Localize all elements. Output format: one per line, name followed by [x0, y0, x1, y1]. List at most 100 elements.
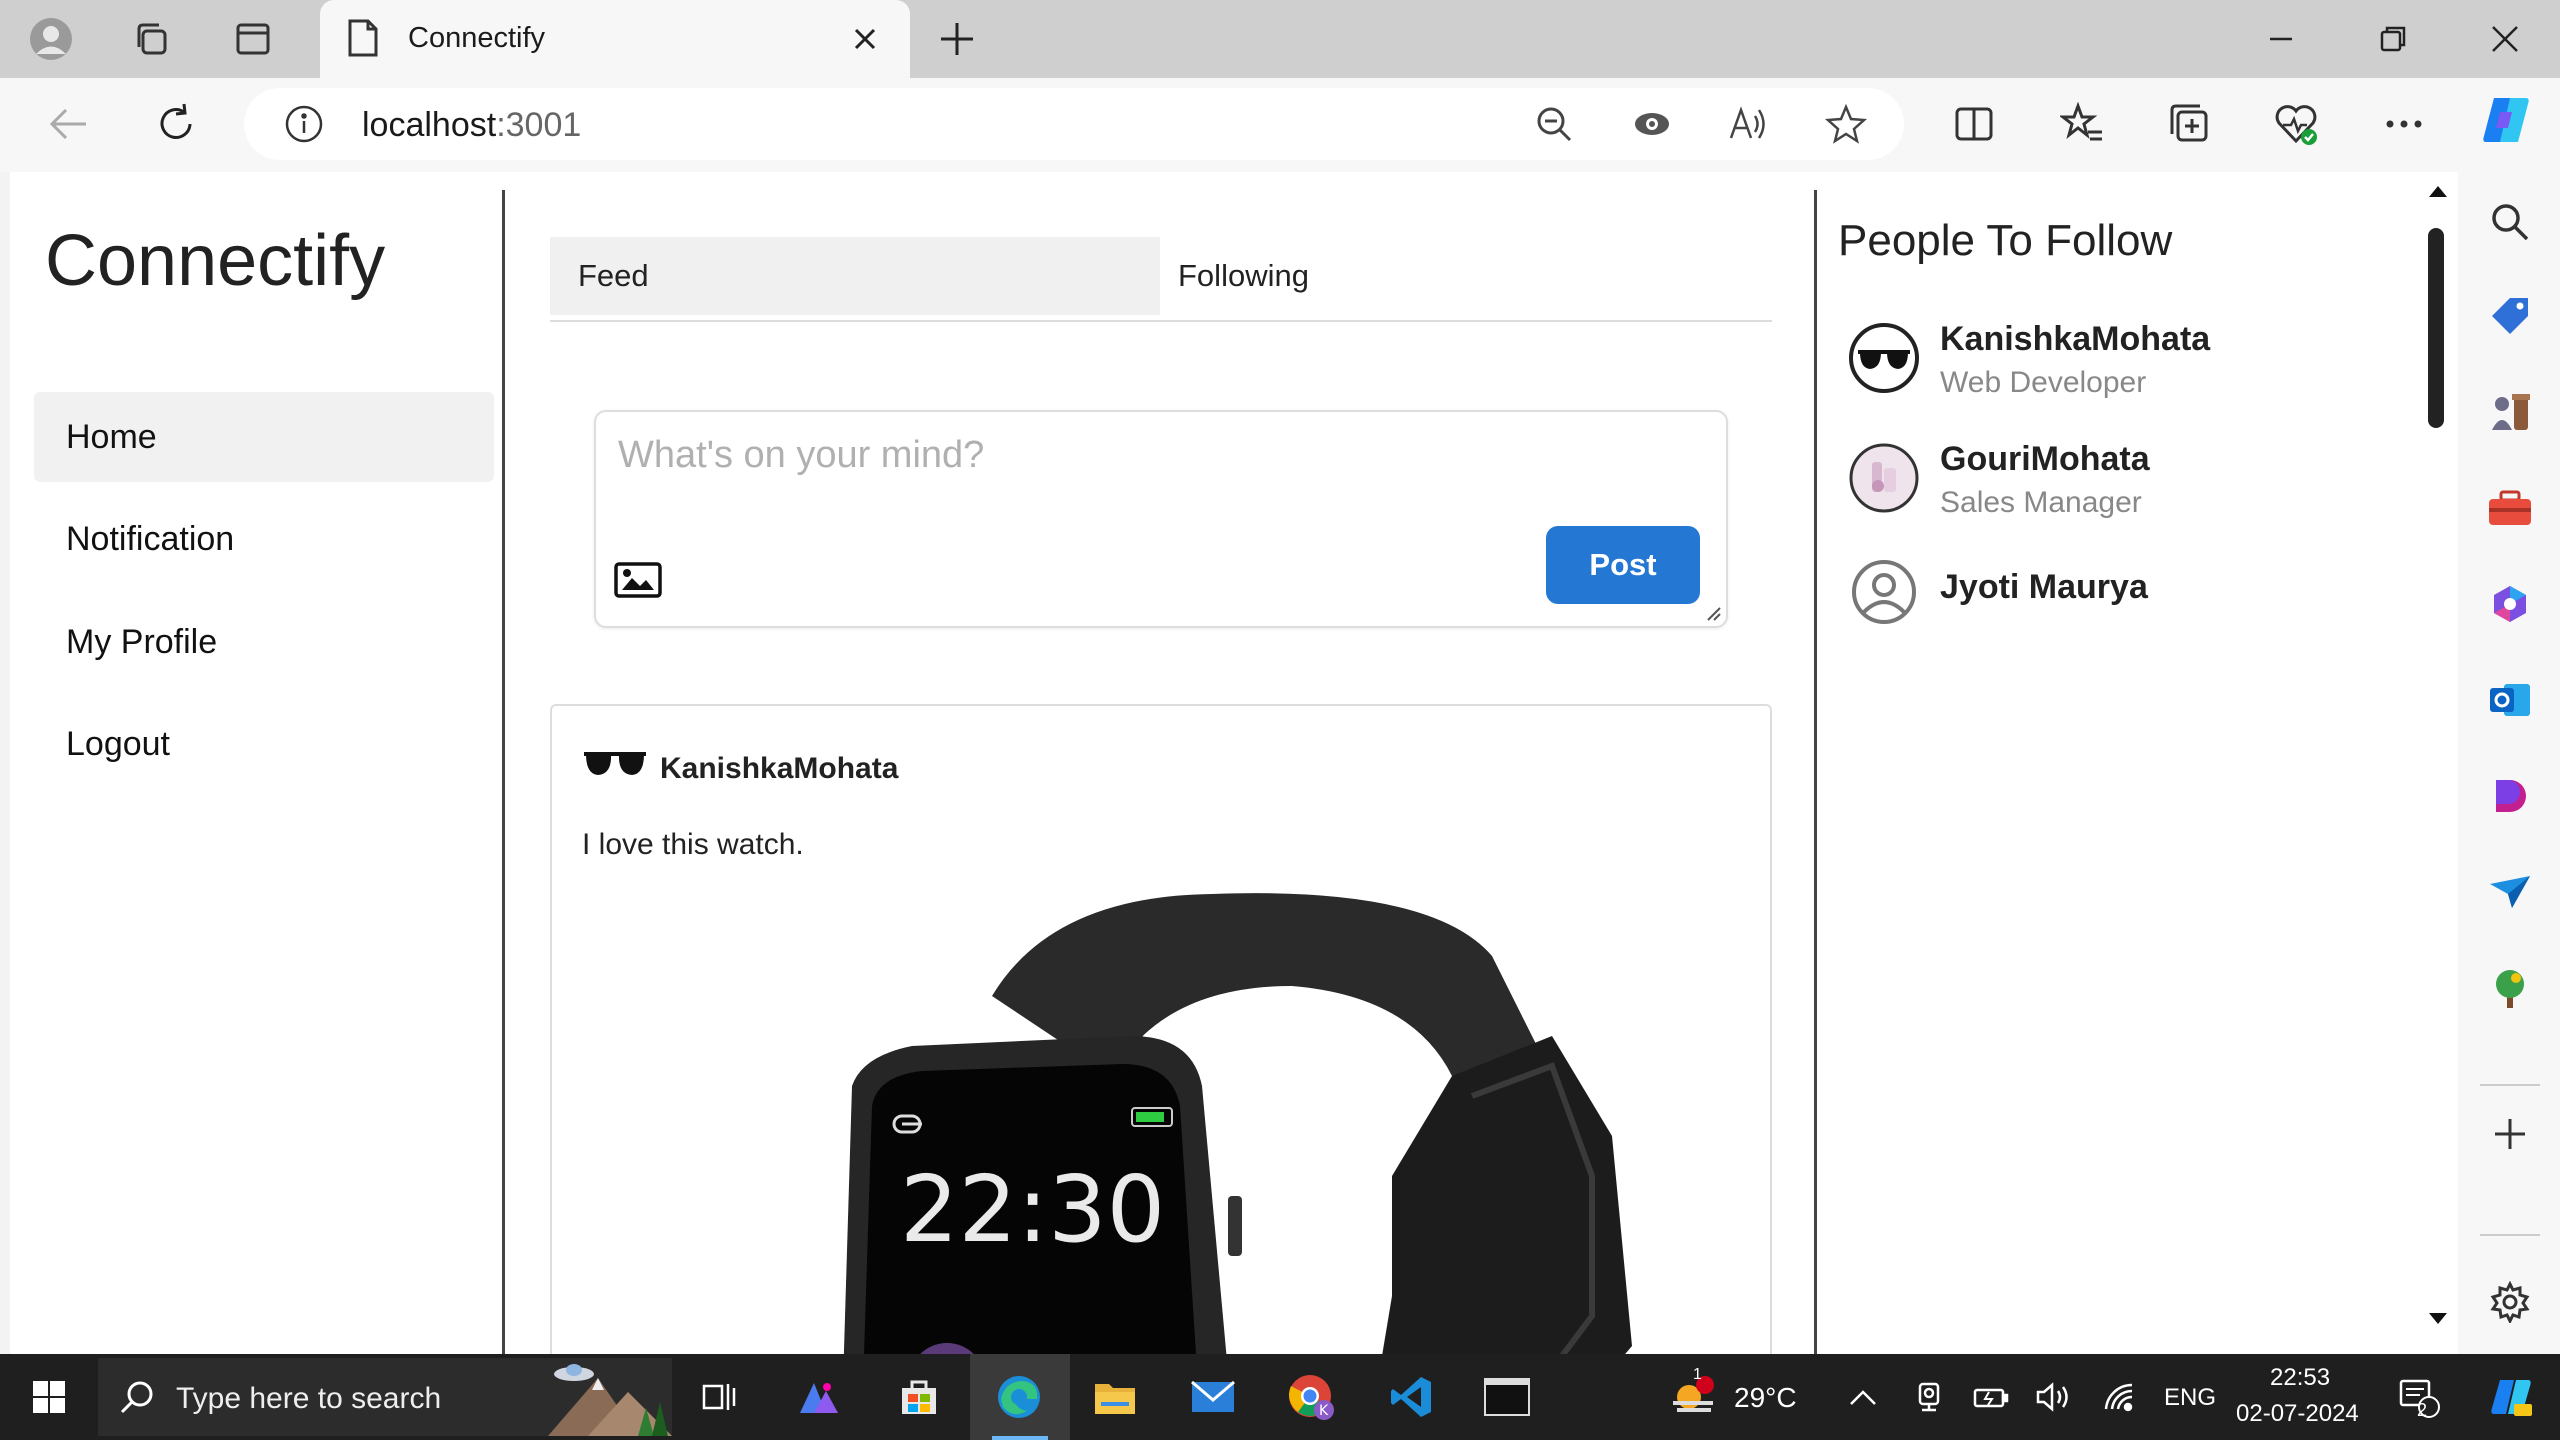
search-magnifier-icon [118, 1378, 156, 1416]
battery-charging-icon[interactable] [1962, 1368, 2020, 1426]
chrome-profile-icon[interactable]: K [1282, 1368, 1340, 1426]
language-indicator[interactable]: ENG [2164, 1384, 2216, 1412]
scrollbar-thumb[interactable] [2428, 228, 2444, 428]
meet-now-icon[interactable] [1900, 1368, 1958, 1426]
refresh-icon[interactable] [146, 94, 206, 154]
sidebar-item-logout[interactable]: Logout [34, 699, 494, 789]
copilot-icon[interactable] [2476, 90, 2536, 150]
clock-date[interactable]: 02-07-2024 [2236, 1400, 2359, 1428]
browser-tab-active[interactable]: Connectify [320, 0, 910, 78]
outlook-icon[interactable] [2484, 674, 2536, 726]
default-user-avatar-icon[interactable] [1850, 558, 1918, 626]
tabs-underline [550, 320, 1772, 322]
new-tab-icon[interactable] [930, 12, 984, 66]
notification-count: 2 [2417, 1400, 2428, 1420]
file-explorer-icon[interactable] [1086, 1368, 1144, 1426]
edge-sidebar [2458, 172, 2560, 1354]
windows-taskbar: Type here to search K 1 29°C ENG 22:53 0… [0, 1354, 2560, 1440]
sidebar-settings-gear-icon[interactable] [2484, 1276, 2536, 1328]
tools-toolbox-icon[interactable] [2484, 482, 2536, 534]
send-icon[interactable] [2484, 866, 2536, 918]
site-info-icon[interactable] [284, 104, 324, 144]
close-tab-icon[interactable] [848, 22, 882, 56]
person-role: Web Developer [1940, 366, 2147, 399]
sidebar-item-my-profile[interactable]: My Profile [34, 597, 494, 687]
workspaces-icon[interactable] [124, 12, 178, 66]
sidebar-search-icon[interactable] [2484, 196, 2536, 248]
tab-title: Connectify [408, 22, 546, 54]
browser-toolbar: localhost:3001 [0, 78, 2560, 172]
person-name[interactable]: Jyoti Maurya [1940, 568, 2148, 607]
profile-avatar-icon[interactable] [24, 12, 78, 66]
favorites-icon[interactable] [2052, 94, 2112, 154]
terminal-icon[interactable] [1478, 1368, 1536, 1426]
tab-following[interactable]: Following [1178, 237, 1309, 315]
resize-handle-icon[interactable] [1704, 604, 1722, 622]
person-name[interactable]: GouriMohata [1940, 440, 2150, 479]
designer-icon[interactable] [2484, 770, 2536, 822]
web-page: Connectify Home Notification My Profile … [10, 172, 2458, 1354]
split-screen-icon[interactable] [1944, 94, 2004, 154]
microsoft-store-icon[interactable] [890, 1368, 948, 1426]
favorite-star-icon[interactable] [1816, 94, 1876, 154]
person-name[interactable]: KanishkaMohata [1940, 320, 2210, 359]
sidebar-add-icon[interactable] [2484, 1108, 2536, 1160]
weather-alert-badge: 1 [1693, 1366, 1702, 1383]
author-avatar-sunglasses-icon [582, 750, 648, 780]
avatar-sunglasses-icon[interactable] [1848, 322, 1920, 394]
column-divider-left [502, 190, 505, 1354]
sidebar-separator [2480, 1084, 2540, 1086]
zoom-out-icon[interactable] [1524, 94, 1584, 154]
post-image-smartwatch: 22:30 04/06 [692, 876, 1692, 1354]
post-composer[interactable]: What's on your mind? Post [594, 410, 1728, 628]
wifi-icon[interactable] [2092, 1368, 2150, 1426]
tree-icon[interactable] [2484, 962, 2536, 1014]
post-author-name[interactable]: KanishkaMohata [660, 752, 898, 786]
tab-actions-icon[interactable] [226, 12, 280, 66]
games-icon[interactable] [2484, 386, 2536, 438]
scroll-up-arrow-icon[interactable] [2428, 184, 2448, 198]
avatar-photo-icon[interactable] [1848, 442, 1920, 514]
edge-browser-icon[interactable] [990, 1368, 1048, 1426]
add-image-icon[interactable] [614, 562, 662, 598]
weather-temperature[interactable]: 29°C [1734, 1382, 1797, 1414]
volume-icon[interactable] [2024, 1368, 2082, 1426]
restore-icon[interactable] [2366, 12, 2420, 66]
browser-title-bar: Connectify [0, 0, 2560, 78]
left-sidebar: Connectify Home Notification My Profile … [10, 172, 504, 1354]
scroll-down-arrow-icon[interactable] [2428, 1312, 2448, 1326]
shopping-tag-icon[interactable] [2484, 290, 2536, 342]
app-brand: Connectify [45, 221, 386, 301]
composer-placeholder[interactable]: What's on your mind? [618, 434, 984, 477]
page-scrollbar[interactable] [2418, 172, 2458, 1354]
sidebar-item-home[interactable]: Home [34, 392, 494, 482]
page-icon [346, 18, 380, 58]
search-placeholder: Type here to search [176, 1382, 442, 1415]
back-icon[interactable] [38, 94, 98, 154]
svg-text:K: K [1319, 1403, 1329, 1419]
close-window-icon[interactable] [2478, 12, 2532, 66]
edge-running-indicator [992, 1436, 1048, 1440]
tab-feed[interactable]: Feed [550, 237, 1160, 315]
tracking-prevention-icon[interactable] [1622, 94, 1682, 154]
task-view-icon[interactable] [690, 1368, 748, 1426]
sidebar-item-notification[interactable]: Notification [34, 494, 494, 584]
column-divider-right [1814, 190, 1817, 1354]
copilot-preview-icon[interactable] [2482, 1368, 2540, 1426]
copilot-app-icon[interactable] [790, 1368, 848, 1426]
post-button[interactable]: Post [1546, 526, 1700, 604]
windows-start-icon[interactable] [20, 1368, 78, 1426]
vscode-icon[interactable] [1382, 1368, 1440, 1426]
collections-icon[interactable] [2160, 94, 2220, 154]
read-aloud-icon[interactable] [1718, 94, 1778, 154]
more-options-icon[interactable] [2374, 94, 2434, 154]
mail-icon[interactable] [1184, 1368, 1242, 1426]
microsoft-365-icon[interactable] [2484, 578, 2536, 630]
browser-essentials-icon[interactable] [2266, 94, 2326, 154]
show-hidden-icons-chevron-icon[interactable] [1834, 1368, 1892, 1426]
minimize-icon[interactable] [2254, 12, 2308, 66]
address-bar[interactable]: localhost:3001 [244, 88, 1904, 160]
clock-time[interactable]: 22:53 [2270, 1364, 2330, 1392]
people-to-follow-title: People To Follow [1838, 216, 2173, 265]
taskbar-search-box[interactable]: Type here to search [98, 1358, 672, 1436]
